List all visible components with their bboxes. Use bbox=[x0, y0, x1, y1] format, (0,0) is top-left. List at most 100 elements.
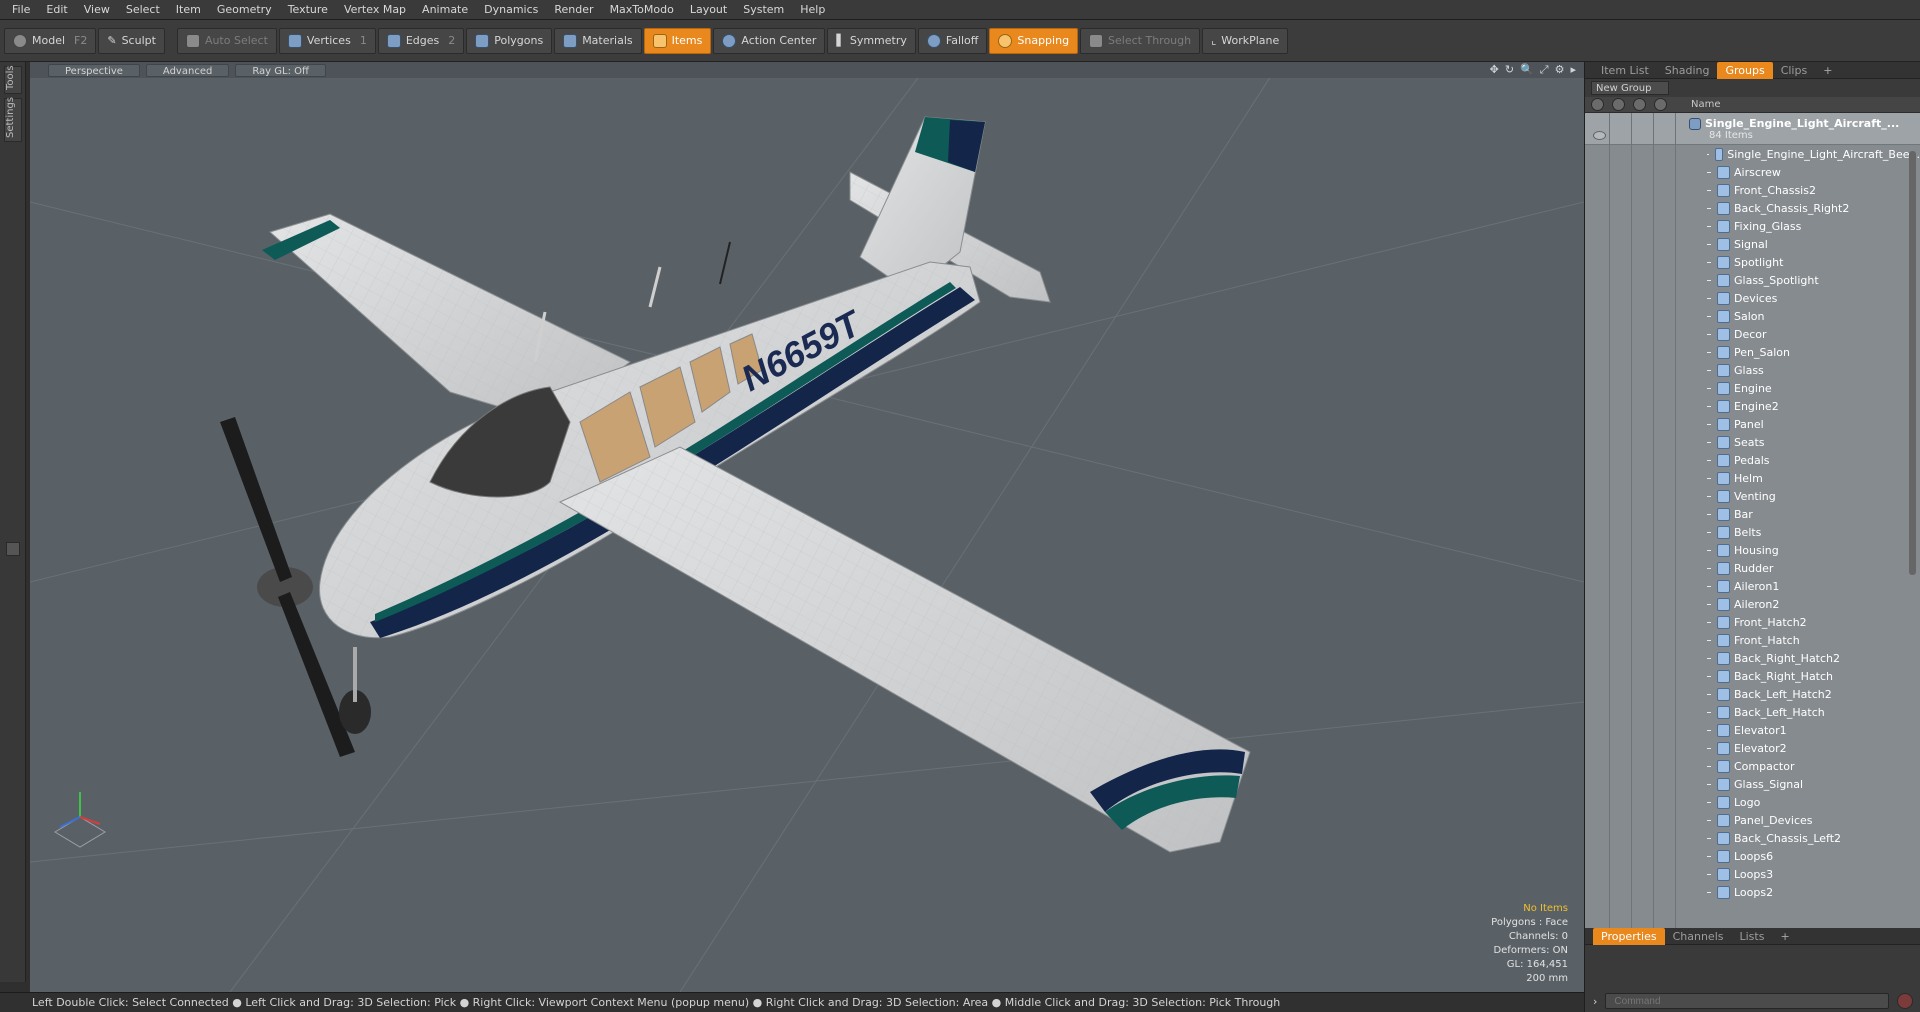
vertices-icon bbox=[287, 33, 302, 48]
falloff-button[interactable]: Falloff bbox=[917, 27, 988, 54]
tree-connector bbox=[1707, 441, 1711, 443]
symmetry-button[interactable]: ▌ Symmetry bbox=[827, 27, 916, 54]
mesh-item-icon bbox=[1717, 417, 1730, 431]
root-item-count: 84 Items bbox=[1709, 130, 1753, 141]
add-bottom-tab-button[interactable]: + bbox=[1772, 928, 1797, 945]
auto-select-label: Auto Select bbox=[204, 34, 268, 47]
items-button[interactable]: Items bbox=[643, 27, 712, 54]
column-divider bbox=[1675, 113, 1676, 934]
tree-item-label: Front_Chassis2 bbox=[1734, 183, 1816, 197]
select-through-button[interactable]: Select Through bbox=[1080, 27, 1201, 54]
tree-connector bbox=[1707, 711, 1711, 713]
vertices-button[interactable]: Vertices 1 bbox=[278, 27, 376, 54]
scene-render[interactable]: N6659T bbox=[30, 62, 1584, 992]
menu-system[interactable]: System bbox=[735, 0, 792, 20]
tab-clips[interactable]: Clips bbox=[1773, 62, 1816, 79]
tree-scrollbar[interactable] bbox=[1909, 151, 1916, 575]
workplane-button[interactable]: ⌞ WorkPlane bbox=[1202, 27, 1289, 54]
tab-groups[interactable]: Groups bbox=[1717, 61, 1773, 79]
new-group-button[interactable]: New Group bbox=[1591, 81, 1669, 95]
tree-item-label: Elevator1 bbox=[1734, 723, 1787, 737]
mesh-item-icon bbox=[1717, 813, 1730, 827]
render-icon[interactable] bbox=[1612, 98, 1625, 111]
eye-icon[interactable] bbox=[1591, 98, 1604, 111]
sculpt-button[interactable]: ✎ Sculpt bbox=[98, 27, 165, 54]
menu-view[interactable]: View bbox=[76, 0, 118, 20]
menu-geometry[interactable]: Geometry bbox=[209, 0, 280, 20]
auto-select-button[interactable]: Auto Select bbox=[176, 27, 277, 54]
polygons-button[interactable]: Polygons bbox=[466, 27, 553, 54]
advanced-button[interactable]: Advanced bbox=[145, 63, 230, 77]
aircraft-model[interactable]: N6659T bbox=[220, 116, 1251, 853]
command-history-icon[interactable] bbox=[1897, 993, 1914, 1009]
tab-lists[interactable]: Lists bbox=[1732, 928, 1773, 945]
mesh-item-icon bbox=[1717, 489, 1730, 503]
tree-item-label: Panel_Devices bbox=[1734, 813, 1813, 827]
panel-toggle-icon[interactable] bbox=[6, 542, 20, 556]
tree-connector bbox=[1707, 603, 1711, 605]
mesh-item-icon bbox=[1717, 435, 1730, 449]
play-arrow-icon[interactable]: ▸ bbox=[1570, 63, 1576, 77]
tree-columns bbox=[1585, 113, 1685, 934]
raygl-button[interactable]: Ray GL: Off bbox=[235, 63, 326, 77]
snapping-button[interactable]: Snapping bbox=[989, 27, 1079, 54]
mesh-item-icon bbox=[1717, 705, 1730, 719]
menu-texture[interactable]: Texture bbox=[280, 0, 336, 20]
zoom-icon[interactable]: 🔍 bbox=[1520, 63, 1534, 77]
right-panel: Item List Shading Groups Clips + New Gro… bbox=[1584, 61, 1920, 1012]
tab-shading[interactable]: Shading bbox=[1657, 62, 1718, 79]
menu-maxtomodo[interactable]: MaxToModo bbox=[602, 0, 682, 20]
name-column-header[interactable]: Name bbox=[1691, 99, 1721, 110]
visibility-eye-icon[interactable] bbox=[1593, 131, 1606, 140]
menu-layout[interactable]: Layout bbox=[682, 0, 735, 20]
tree-connector bbox=[1707, 585, 1711, 587]
menu-dynamics[interactable]: Dynamics bbox=[476, 0, 546, 20]
model-button[interactable]: Model F2 bbox=[4, 27, 97, 54]
menu-file[interactable]: File bbox=[4, 0, 38, 20]
menu-vertex-map[interactable]: Vertex Map bbox=[336, 0, 414, 20]
tab-channels[interactable]: Channels bbox=[1665, 928, 1732, 945]
root-group-label: Single_Engine_Light_Aircraft_... bbox=[1705, 117, 1900, 130]
tab-properties[interactable]: Properties bbox=[1593, 927, 1665, 945]
3d-viewport[interactable]: N6659T Perspective Advanced Ray GL: Off … bbox=[30, 62, 1584, 992]
groups-tree[interactable]: Single_Engine_Light_Aircraft_... 84 Item… bbox=[1585, 113, 1920, 934]
tab-tools[interactable]: Tools bbox=[4, 65, 22, 94]
lock-icon[interactable] bbox=[1633, 98, 1646, 111]
action-center-button[interactable]: Action Center bbox=[713, 27, 826, 54]
tree-connector bbox=[1707, 657, 1711, 659]
tree-connector bbox=[1707, 405, 1711, 407]
perspective-button[interactable]: Perspective bbox=[48, 63, 140, 77]
workplane-icon: ⌞ bbox=[1211, 34, 1217, 47]
menu-help[interactable]: Help bbox=[792, 0, 833, 20]
tree-item-label: Aileron1 bbox=[1734, 579, 1780, 593]
tab-item-list[interactable]: Item List bbox=[1593, 62, 1657, 79]
mesh-item-icon bbox=[1717, 507, 1730, 521]
stat-deformers: Deformers: ON bbox=[1493, 945, 1568, 956]
menu-animate[interactable]: Animate bbox=[414, 0, 476, 20]
pan-icon[interactable]: ✥ bbox=[1490, 63, 1499, 77]
tree-item-label: Back_Left_Hatch bbox=[1734, 705, 1825, 719]
menu-select[interactable]: Select bbox=[118, 0, 168, 20]
command-input[interactable] bbox=[1605, 993, 1890, 1009]
tab-settings[interactable]: Settings bbox=[4, 97, 22, 142]
add-tab-button[interactable]: + bbox=[1815, 62, 1840, 79]
menu-edit[interactable]: Edit bbox=[38, 0, 75, 20]
command-row: › bbox=[1585, 990, 1920, 1012]
gear-icon[interactable]: ⚙ bbox=[1555, 63, 1565, 77]
mesh-item-icon bbox=[1717, 579, 1730, 593]
tree-item-label: Back_Right_Hatch bbox=[1734, 669, 1834, 683]
sculpt-label: Sculpt bbox=[121, 34, 156, 47]
menu-render[interactable]: Render bbox=[546, 0, 601, 20]
materials-button[interactable]: Materials bbox=[554, 27, 642, 54]
rotate-icon[interactable]: ↻ bbox=[1505, 63, 1514, 77]
group-icon bbox=[1689, 117, 1701, 130]
maximize-icon[interactable]: ⤢ bbox=[1540, 63, 1549, 77]
tree-item-label: Back_Chassis_Left2 bbox=[1734, 831, 1842, 845]
mesh-item-icon bbox=[1717, 273, 1730, 287]
menu-item[interactable]: Item bbox=[168, 0, 209, 20]
tree-item-label: Bar bbox=[1734, 507, 1753, 521]
edges-button[interactable]: Edges 2 bbox=[377, 27, 465, 54]
polygons-label: Polygons bbox=[494, 34, 544, 47]
select-icon[interactable] bbox=[1654, 98, 1667, 111]
mesh-item-icon bbox=[1717, 615, 1730, 629]
